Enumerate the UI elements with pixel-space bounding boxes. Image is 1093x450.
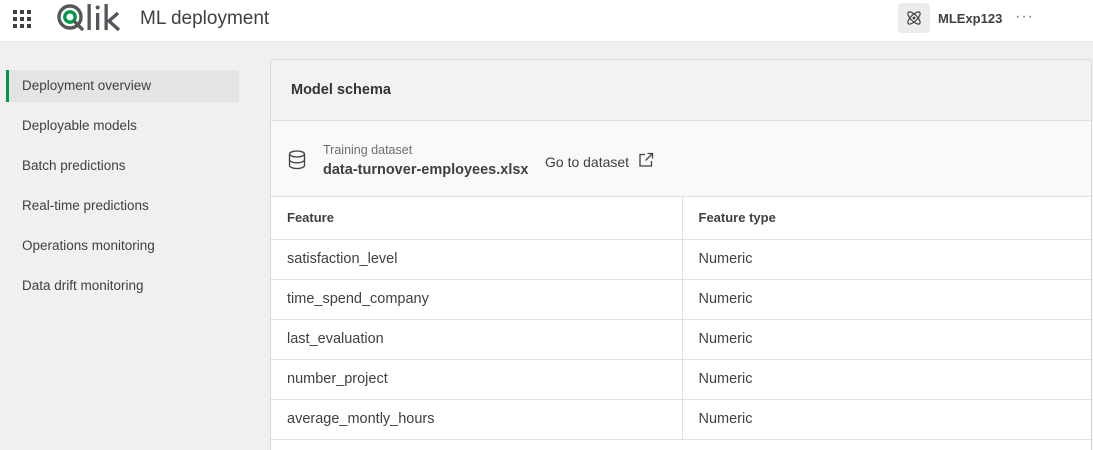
feature-type-cell: Numeric (682, 359, 1091, 400)
qlik-logo[interactable] (55, 2, 123, 36)
sidebar-item-operations-monitoring[interactable]: Operations monitoring (6, 230, 239, 262)
feature-cell: average_montly_hours (271, 399, 683, 440)
sidebar: Deployment overview Deployable models Ba… (0, 42, 254, 450)
sidebar-item-data-drift-monitoring[interactable]: Data drift monitoring (6, 270, 239, 302)
training-dataset-row: Training dataset data-turnover-employees… (271, 121, 1091, 197)
app-title: ML deployment (140, 8, 270, 29)
feature-cell: number_project (271, 359, 683, 400)
feature-cell: satisfaction_level (271, 239, 683, 280)
table-row: last_evaluation Numeric (271, 319, 1091, 360)
feature-type-cell: Numeric (682, 319, 1091, 360)
main-content: Model schema Training dataset data-turno… (254, 42, 1093, 450)
feature-cell: last_evaluation (271, 319, 683, 360)
go-to-dataset-link[interactable]: Go to dataset (545, 152, 654, 172)
external-link-icon[interactable] (638, 152, 654, 172)
sidebar-item-batch-predictions[interactable]: Batch predictions (6, 150, 239, 182)
go-to-dataset-label[interactable]: Go to dataset (545, 153, 629, 171)
sidebar-item-deployment-overview[interactable]: Deployment overview (6, 70, 239, 102)
feature-type-cell: Numeric (682, 279, 1091, 320)
table-row: time_spend_company Numeric (271, 279, 1091, 320)
more-dots-icon[interactable]: ··· (1015, 9, 1034, 25)
column-header-feature[interactable]: Feature (271, 197, 683, 240)
experiment-atom-icon[interactable] (898, 3, 930, 33)
training-dataset-file: data-turnover-employees.xlsx (323, 162, 529, 178)
feature-type-cell: Numeric (682, 239, 1091, 280)
model-schema-panel: Model schema Training dataset data-turno… (270, 59, 1092, 450)
feature-type-cell: Numeric (682, 399, 1091, 440)
database-icon (288, 150, 306, 175)
feature-table: Feature Feature type satisfaction_level … (271, 197, 1091, 440)
top-bar: ML deployment MLExp123 ··· (0, 0, 1093, 42)
experiment-name[interactable]: MLExp123 (938, 11, 1002, 27)
table-header-row: Feature Feature type (271, 197, 1091, 240)
column-header-feature-type[interactable]: Feature type (682, 197, 1091, 240)
feature-cell: time_spend_company (271, 279, 683, 320)
app-switcher-grid-icon[interactable] (13, 10, 31, 28)
panel-title: Model schema (271, 60, 1091, 121)
training-dataset-label: Training dataset (323, 143, 413, 157)
table-row: satisfaction_level Numeric (271, 239, 1091, 280)
sidebar-item-real-time-predictions[interactable]: Real-time predictions (6, 190, 239, 222)
sidebar-item-deployable-models[interactable]: Deployable models (6, 110, 239, 142)
table-row: average_montly_hours Numeric (271, 399, 1091, 440)
table-row: number_project Numeric (271, 359, 1091, 400)
